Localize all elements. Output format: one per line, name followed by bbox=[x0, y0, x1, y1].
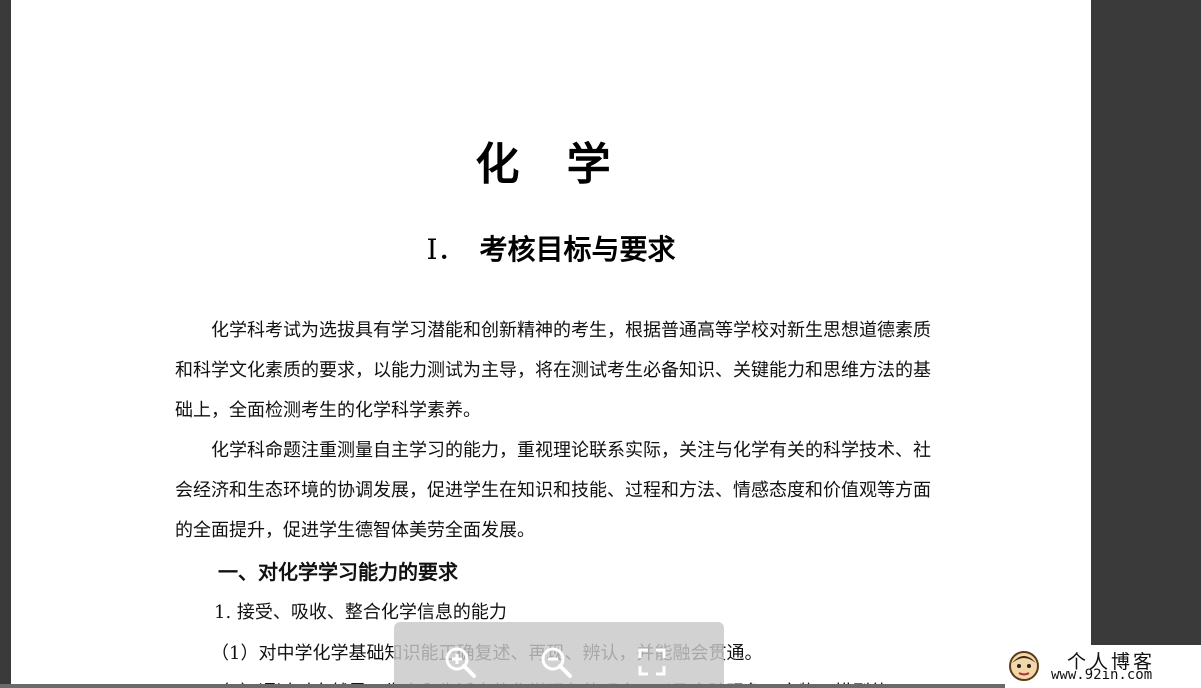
document-title: 化 学 bbox=[475, 139, 627, 190]
list-item: 1. 接受、吸收、整合化学信息的能力 bbox=[214, 602, 507, 623]
zoom-out-button[interactable] bbox=[536, 642, 576, 682]
paragraph-2: 化学科命题注重测量自主学习的能力，重视理论联系实际，关注与化学有关的科学技术、社… bbox=[175, 440, 931, 541]
watermark: 个人博客 www.92in.com bbox=[1005, 645, 1201, 688]
document-page: 化 学 I． 考核目标与要求 化学科考试为选拔具有学习潜能和创新精神的考生，根据普… bbox=[11, 0, 1091, 688]
zoom-in-button[interactable] bbox=[440, 642, 480, 682]
zoom-out-icon bbox=[541, 647, 572, 678]
watermark-url: www.92in.com bbox=[1051, 667, 1153, 683]
viewer-right-gutter bbox=[1091, 0, 1201, 688]
fit-screen-button[interactable] bbox=[632, 642, 672, 682]
paragraph-1: 化学科考试为选拔具有学习潜能和创新精神的考生，根据普通高等学校对新生思想道德素质… bbox=[175, 320, 931, 421]
subheading: 一、对化学学习能力的要求 bbox=[218, 560, 458, 584]
viewer-left-gutter bbox=[0, 0, 11, 688]
zoom-toolbar bbox=[394, 622, 724, 688]
zoom-in-icon bbox=[445, 647, 476, 678]
section-title: 考核目标与要求 bbox=[479, 233, 676, 266]
fit-screen-icon bbox=[638, 648, 666, 676]
section-number: I． bbox=[426, 233, 466, 266]
mascot-logo-icon bbox=[1009, 651, 1039, 681]
section-heading: I． 考核目标与要求 bbox=[11, 228, 1091, 268]
